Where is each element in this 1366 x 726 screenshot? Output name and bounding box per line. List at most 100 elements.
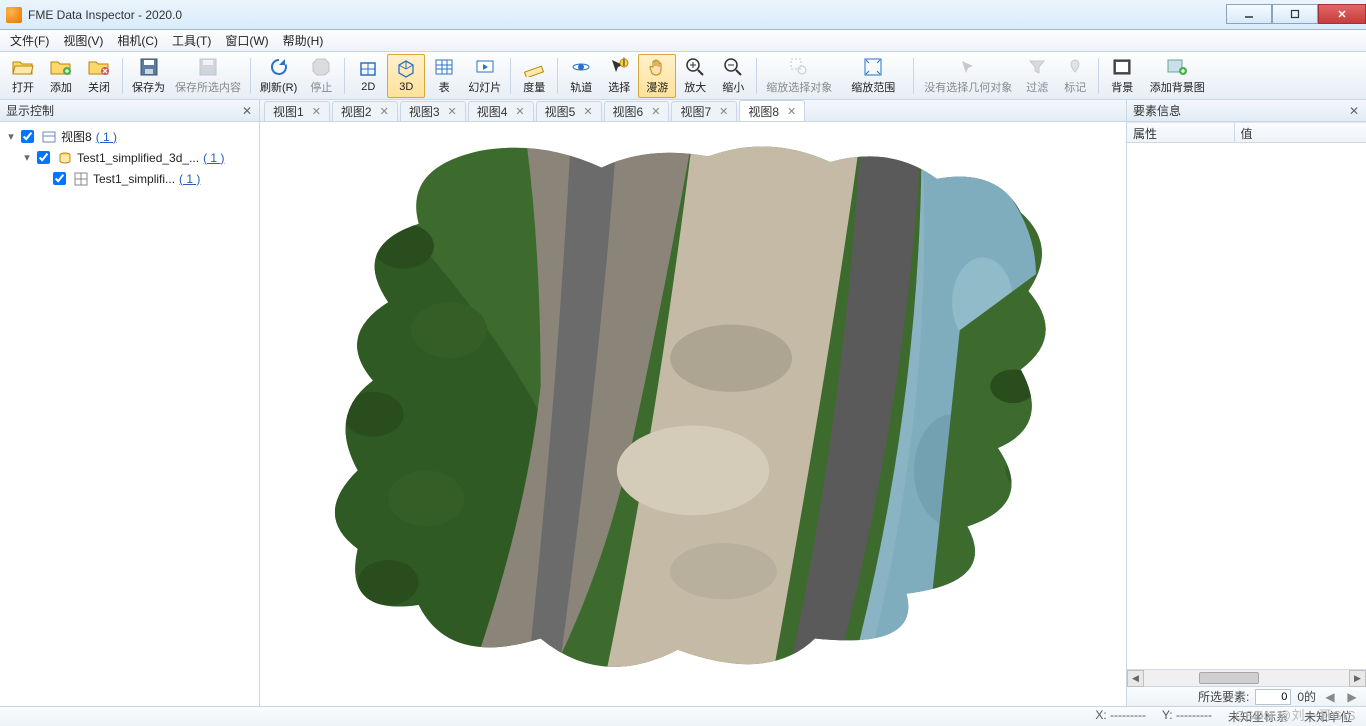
view-tab[interactable]: 视图3✕: [400, 101, 466, 121]
selection-status: 所选要素: 0的 ◀ ▶: [1127, 686, 1366, 706]
add-button[interactable]: 添加: [42, 54, 80, 98]
property-table[interactable]: 属性 值: [1127, 122, 1366, 669]
3d-icon: [394, 58, 418, 80]
tab-close-icon[interactable]: ✕: [649, 105, 662, 118]
scroll-right-icon[interactable]: ▶: [1349, 670, 1366, 687]
prev-feature-button[interactable]: ◀: [1322, 689, 1338, 705]
view-tab[interactable]: 视图6✕: [604, 101, 670, 121]
zoomin-button[interactable]: 放大: [676, 54, 714, 98]
col-attribute[interactable]: 属性: [1127, 123, 1235, 142]
tab-close-icon[interactable]: ✕: [310, 105, 323, 118]
tab-close-icon[interactable]: ✕: [785, 105, 798, 118]
add-background-button[interactable]: 添加背景图: [1141, 54, 1213, 98]
scroll-left-icon[interactable]: ◀: [1127, 670, 1144, 687]
table-icon: [432, 56, 456, 78]
zoom-extent-icon: [861, 56, 885, 78]
panel-close-icon[interactable]: ✕: [239, 104, 255, 118]
mark-button[interactable]: 标记: [1056, 54, 1094, 98]
minimize-button[interactable]: [1226, 4, 1272, 24]
view-tab[interactable]: 视图2✕: [332, 101, 398, 121]
2d-button[interactable]: 2D: [349, 54, 387, 98]
layer-checkbox[interactable]: [21, 130, 34, 143]
hand-icon: [645, 56, 669, 78]
feature-count-link[interactable]: ( 1 ): [96, 130, 117, 144]
zoom-extent-button[interactable]: 缩放范围: [837, 54, 909, 98]
orbit-icon: [569, 56, 593, 78]
maximize-button[interactable]: [1272, 4, 1318, 24]
add-bg-icon: [1165, 56, 1189, 78]
view-tab[interactable]: 视图8✕: [739, 100, 805, 121]
view-tab[interactable]: 视图4 ✕: [468, 101, 534, 121]
view-tab[interactable]: 视图5✕: [536, 101, 602, 121]
menu-window[interactable]: 窗口(W): [219, 30, 274, 51]
zoom-selected-icon: [787, 56, 811, 78]
next-feature-button[interactable]: ▶: [1344, 689, 1360, 705]
col-value[interactable]: 值: [1235, 123, 1366, 142]
window-titlebar: FME Data Inspector - 2020.0: [0, 0, 1366, 30]
saveas-button[interactable]: 保存为: [127, 54, 170, 98]
feature-count-link[interactable]: ( 1 ): [179, 172, 200, 186]
status-y: Y: ---------: [1154, 708, 1220, 725]
close-button[interactable]: [1318, 4, 1366, 24]
save-selected-button[interactable]: 保存所选内容: [170, 54, 246, 98]
view-tabbar: 视图1✕视图2✕视图3✕视图4✕视图5✕视图6✕视图7✕视图8✕: [260, 100, 1126, 122]
tab-close-icon[interactable]: ✕: [513, 105, 526, 118]
tab-close-icon[interactable]: ✕: [717, 105, 730, 118]
view-tab[interactable]: 视图1 ✕: [264, 101, 330, 121]
table-button[interactable]: 表: [425, 54, 463, 98]
stop-button[interactable]: 停止: [302, 54, 340, 98]
pan-button[interactable]: 漫游: [638, 54, 676, 98]
zoom-selected-button[interactable]: 缩放选择对象: [761, 54, 837, 98]
display-control-header: 显示控制 ✕: [0, 100, 259, 122]
terrain-mesh: [312, 134, 1074, 695]
tab-label: 视图7: [680, 103, 711, 120]
menu-tools[interactable]: 工具(T): [166, 30, 217, 51]
slideshow-icon: [473, 56, 497, 78]
window-buttons: [1226, 5, 1366, 24]
layer-checkbox[interactable]: [37, 151, 50, 164]
menu-view[interactable]: 视图(V): [57, 30, 109, 51]
measure-button[interactable]: 度量: [515, 54, 553, 98]
zoomout-button[interactable]: 缩小: [714, 54, 752, 98]
collapse-icon[interactable]: ▾: [20, 151, 34, 164]
tab-label: 视图4: [477, 103, 508, 120]
menu-file[interactable]: 文件(F): [4, 30, 55, 51]
horizontal-scrollbar[interactable]: ◀ ▶: [1127, 669, 1366, 686]
refresh-button[interactable]: 刷新(R): [255, 54, 302, 98]
open-button[interactable]: 打开: [4, 54, 42, 98]
close-dataset-button[interactable]: 关闭: [80, 54, 118, 98]
app-icon: [6, 7, 22, 23]
panel-close-icon[interactable]: ✕: [1346, 104, 1362, 118]
3d-button[interactable]: 3D: [387, 54, 425, 98]
toolbar-separator: [1098, 58, 1099, 94]
statusbar: X: --------- Y: --------- 未知坐标系 未知单位 CSD…: [0, 706, 1366, 726]
scroll-thumb[interactable]: [1199, 672, 1259, 684]
orbit-button[interactable]: 轨道: [562, 54, 600, 98]
zoom-in-icon: [683, 56, 707, 78]
slideshow-button[interactable]: 幻灯片: [463, 54, 506, 98]
selected-of: 0的: [1297, 688, 1316, 705]
selected-index-input[interactable]: [1255, 689, 1291, 705]
feature-count-link[interactable]: ( 1 ): [203, 151, 224, 165]
tree-feature-type[interactable]: Test1_simplifi... ( 1 ): [2, 168, 257, 189]
tab-close-icon[interactable]: ✕: [446, 105, 459, 118]
view-tab[interactable]: 视图7 ✕: [671, 101, 737, 121]
tree-dataset[interactable]: ▾ Test1_simplified_3d_... ( 1 ): [2, 147, 257, 168]
3d-viewport[interactable]: [260, 122, 1126, 706]
tree-root[interactable]: ▾ 视图8 ( 1 ): [2, 126, 257, 147]
layer-checkbox[interactable]: [53, 172, 66, 185]
menu-camera[interactable]: 相机(C): [111, 30, 164, 51]
collapse-icon[interactable]: ▾: [4, 130, 18, 143]
folder-open-icon: [11, 56, 35, 78]
layer-tree[interactable]: ▾ 视图8 ( 1 ) ▾ Test1_simplified_3d_... ( …: [0, 122, 259, 706]
menu-help[interactable]: 帮助(H): [277, 30, 330, 51]
no-selection-button[interactable]: 没有选择几何对象: [918, 54, 1018, 98]
tab-label: 视图1: [273, 103, 304, 120]
select-button[interactable]: i选择: [600, 54, 638, 98]
filter-button[interactable]: 过滤: [1018, 54, 1056, 98]
background-button[interactable]: 背景: [1103, 54, 1141, 98]
tab-close-icon[interactable]: ✕: [581, 105, 594, 118]
display-control-panel: 显示控制 ✕ ▾ 视图8 ( 1 ) ▾ Test1_simplified_3d…: [0, 100, 260, 706]
tab-close-icon[interactable]: ✕: [378, 105, 391, 118]
feature-info-panel: 要素信息 ✕ 属性 值 ◀ ▶ 所选要素: 0的 ◀ ▶: [1126, 100, 1366, 706]
